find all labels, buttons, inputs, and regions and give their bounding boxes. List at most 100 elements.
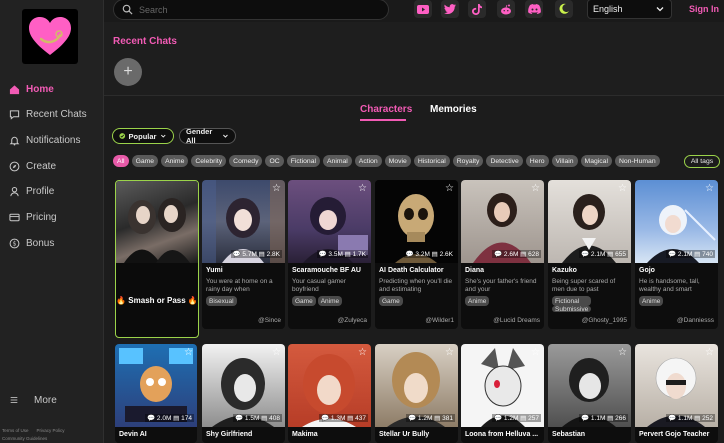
gender-dropdown[interactable]: Gender All [179,127,236,145]
sign-in-button[interactable]: Sign In [689,4,719,14]
tag-chip[interactable]: Magical [580,155,612,167]
character-tags: Fictional Submissive [552,296,592,312]
sidebar-item-pricing[interactable]: Pricing [0,206,103,228]
creator-handle[interactable]: @Wilder1 [425,317,454,324]
favorite-star-icon[interactable]: ☆ [705,347,714,358]
tab-characters[interactable]: Characters [360,104,412,115]
sidebar-item-create[interactable]: Create [0,155,103,177]
favorite-star-icon[interactable]: ☆ [358,347,367,358]
character-name: AI Death Calculator [379,267,444,274]
character-description: She's your father's friend and your [465,278,537,293]
character-tag: Anime [639,296,664,306]
character-card-scaramouche[interactable]: ☆ 💬 3.5M ▤ 1.7K Scaramouche BF AU Your c… [288,180,371,329]
card-stats: 💬 1.2M ▤ 257 [492,414,541,422]
recent-chats-section: Recent Chats + [104,22,724,96]
favorite-star-icon[interactable]: ☆ [358,183,367,194]
character-card-yumi[interactable]: ☆ 💬 5.7M ▤ 2.8K Yumi You were at home on… [202,180,285,329]
creator-handle[interactable]: @Since [258,317,281,324]
favorite-star-icon[interactable]: ☆ [705,183,714,194]
reddit-button[interactable] [497,0,515,18]
creator-handle[interactable]: @Ghosty_1995 [582,317,627,324]
tag-chip[interactable]: Movie [384,155,411,167]
character-card-shy-girlfriend[interactable]: ☆ 💬 1.5M ▤ 408 Shy Girlfriend [202,344,285,443]
card-stats: 💬 3.2M ▤ 2.6K [403,250,455,258]
character-tags: Game Anime [292,296,343,306]
sidebar-item-profile[interactable]: Profile [0,180,103,202]
twitter-button[interactable] [441,0,459,18]
favorite-star-icon[interactable]: ☆ [445,347,454,358]
privacy-link[interactable]: Privacy Policy [37,428,65,433]
sidebar-item-home[interactable]: Home [0,78,103,100]
tag-chip[interactable]: Historical [413,155,450,167]
moon-icon [559,3,569,14]
character-card-diana[interactable]: ☆ 💬 2.6M ▤ 628 Diana She's your father's… [461,180,544,329]
sidebar-item-label: Recent Chats [26,108,87,120]
character-description: You were at home on a rainy day when [206,278,273,293]
feature-card-image [116,181,198,263]
character-name: Diana [465,267,485,274]
add-chat-button[interactable]: + [114,58,142,86]
tag-chip[interactable]: Celebrity [191,155,227,167]
favorite-star-icon[interactable]: ☆ [445,183,454,194]
tag-chip[interactable]: All [113,155,129,167]
tag-chip[interactable]: Comedy [229,155,263,167]
tag-chip[interactable]: Villain [551,155,578,167]
search-box[interactable] [113,0,389,20]
character-card-sebastian[interactable]: ☆ 💬 1.1M ▤ 266 Sebastian [548,344,631,443]
creator-handle[interactable]: @Lucid Dreams [493,317,540,324]
character-card-pervert-gojo-teacher[interactable]: ☆ 💬 1.1M ▤ 252 Pervert Gojo Teacher [635,344,718,443]
chevron-down-icon [223,134,228,138]
tag-chip[interactable]: Royalty [452,155,484,167]
character-card-kazuko[interactable]: ☆ 💬 2.1M ▤ 655 Kazuko Being super scared… [548,180,631,329]
tag-chip[interactable]: Game [131,155,159,167]
app-logo[interactable] [22,9,78,64]
active-tab-indicator [360,119,406,121]
favorite-star-icon[interactable]: ☆ [272,183,281,194]
character-card-ai-death-calculator[interactable]: ☆ 💬 3.2M ▤ 2.6K AI Death Calculator Pred… [375,180,458,329]
tag-chip[interactable]: Fictional [286,155,320,167]
terms-link[interactable]: Terms of Use [2,428,29,433]
community-link[interactable]: Community Guidelines [2,436,47,441]
sort-popular-dropdown[interactable]: Popular [112,128,174,144]
favorite-star-icon[interactable]: ☆ [618,347,627,358]
all-tags-button[interactable]: All tags [684,155,720,168]
discord-button[interactable] [525,0,543,18]
sidebar-item-bonus[interactable]: $ Bonus [0,232,103,254]
search-input[interactable] [139,4,369,15]
character-card-loona[interactable]: ☆ 💬 1.2M ▤ 257 Loona from Helluva ... [461,344,544,443]
favorite-star-icon[interactable]: ☆ [184,347,193,358]
tag-chip[interactable]: Animal [323,155,352,167]
character-card-stellar-ur-bully[interactable]: ☆ 💬 1.2M ▤ 381 Stellar Ur Bully [375,344,458,443]
tag-chip[interactable]: Action [354,155,382,167]
sidebar-item-label: Bonus [26,237,55,249]
favorite-star-icon[interactable]: ☆ [531,183,540,194]
youtube-button[interactable] [414,0,432,18]
character-name: Shy Girlfriend [206,431,253,438]
language-select[interactable]: English [587,0,672,19]
favorite-star-icon[interactable]: ☆ [531,347,540,358]
favorite-star-icon[interactable]: ☆ [272,347,281,358]
theme-toggle-button[interactable] [555,0,573,18]
compass-icon [8,160,20,172]
app-root: Home Recent Chats Notifications Create P… [0,0,724,443]
character-card-gojo[interactable]: ☆ 💬 2.1M ▤ 740 Gojo He is handsome, tall… [635,180,718,329]
tiktok-button[interactable] [468,0,486,18]
tab-memories[interactable]: Memories [430,104,477,115]
sidebar-more[interactable]: More [0,389,103,411]
creator-handle[interactable]: @Zulyeca [338,317,367,324]
tag-chip[interactable]: Non-Human [614,155,660,167]
creator-handle[interactable]: @Danniesss [677,317,714,324]
sidebar-item-recent-chats[interactable]: Recent Chats [0,103,103,125]
feature-card-smash-or-pass[interactable]: 🔥 Smash or Pass 🔥 [115,180,199,338]
tag-chip[interactable]: OC [265,155,284,167]
tag-chip[interactable]: Detective [486,155,523,167]
tag-chip[interactable]: Anime [161,155,189,167]
sidebar-item-notifications[interactable]: Notifications [0,129,103,151]
character-card-devin-ai[interactable]: ☆ 💬 2.0M ▤ 174 Devin AI [115,344,197,443]
favorite-star-icon[interactable]: ☆ [618,183,627,194]
tag-chip[interactable]: Hero [525,155,549,167]
sidebar-item-label: Pricing [26,211,57,223]
character-tags: Game [379,296,403,306]
youtube-icon [417,4,429,14]
character-card-makima[interactable]: ☆ 💬 1.3M ▤ 437 Makima [288,344,371,443]
